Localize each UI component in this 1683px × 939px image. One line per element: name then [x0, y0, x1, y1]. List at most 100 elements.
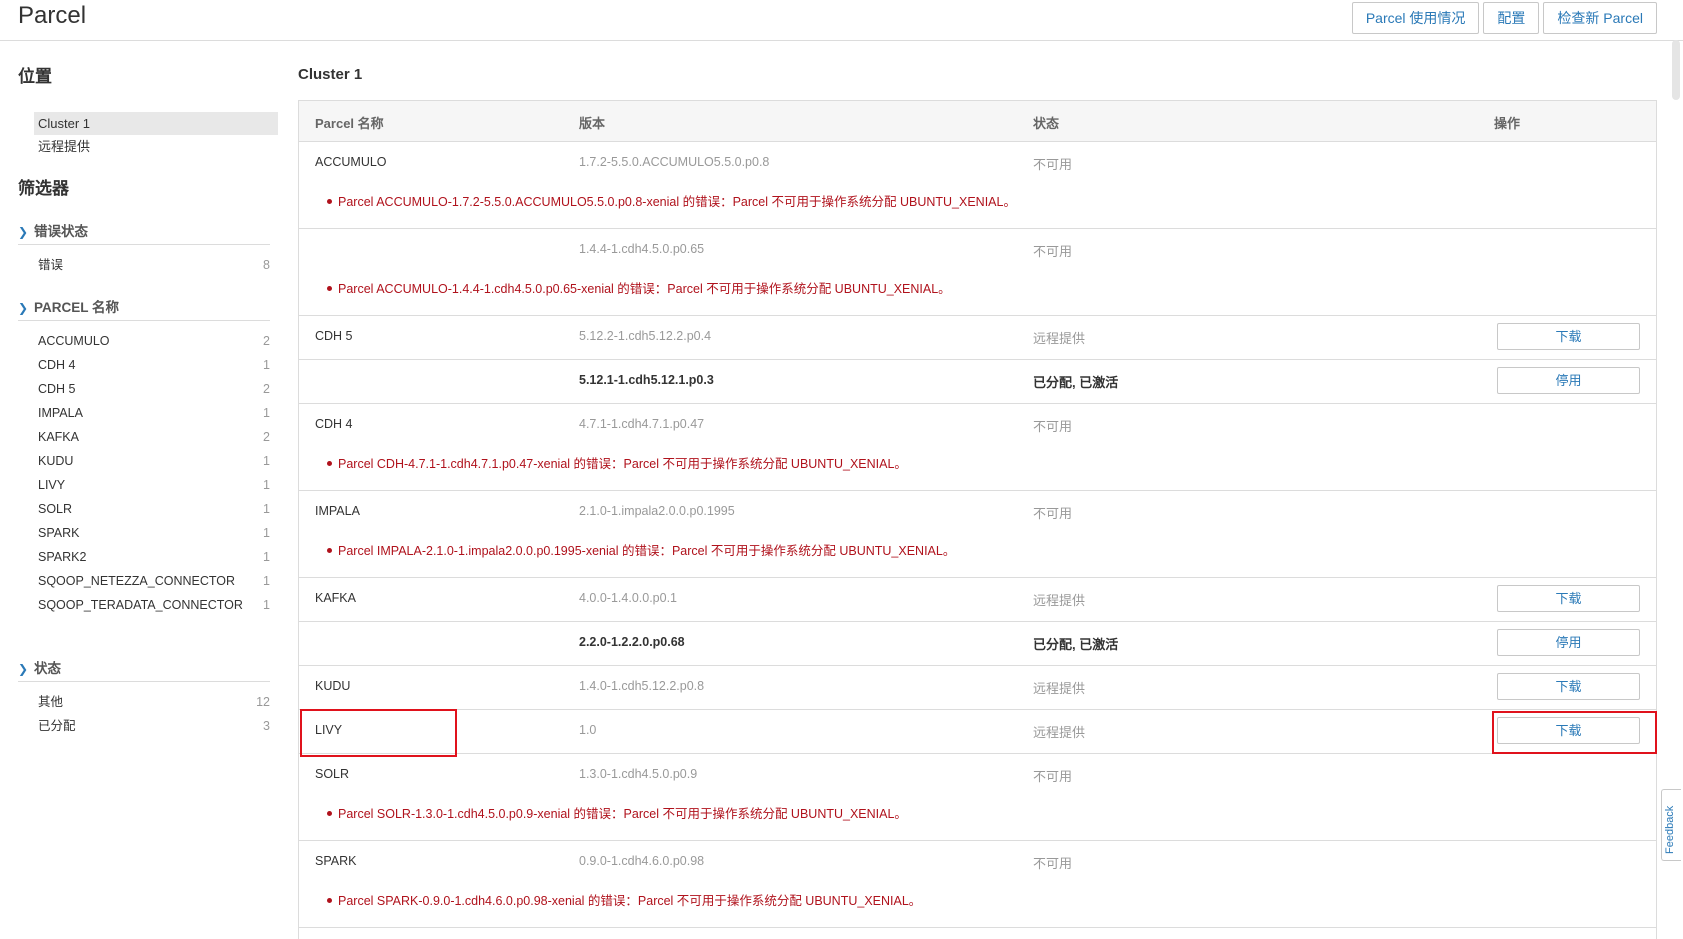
check-new-parcels-button[interactable]: 检查新 Parcel	[1543, 2, 1657, 34]
parcel-status: 已分配, 已激活	[1033, 375, 1119, 390]
parcel-name: LIVY	[315, 723, 343, 737]
feedback-tab[interactable]: Feedback	[1661, 789, 1681, 861]
filter-item-count: 3	[263, 719, 270, 733]
error-message: Parcel ACCUMULO-1.7.2-5.5.0.ACCUMULO5.5.…	[327, 191, 1016, 210]
filter-item-label: CDH 5	[38, 382, 76, 396]
configuration-button[interactable]: 配置	[1483, 2, 1540, 34]
location-item-cluster-1[interactable]: Cluster 1	[34, 112, 278, 135]
filter-item-label: LIVY	[38, 478, 66, 492]
download-button[interactable]: 下载	[1497, 585, 1640, 612]
parcel-status: 远程提供	[1033, 331, 1086, 346]
download-button[interactable]: 下载	[1497, 323, 1640, 350]
parcel-version: 1.4.0-1.cdh5.12.2.p0.8	[579, 679, 705, 693]
error-message: Parcel IMPALA-2.1.0-1.impala2.0.0.p0.199…	[327, 540, 955, 559]
filter-item[interactable]: CDH 4 1	[18, 353, 270, 377]
bullet-icon	[327, 811, 332, 817]
parcel-name: ACCUMULO	[315, 155, 387, 169]
parcel-version: 1.7.2-5.5.0.ACCUMULO5.5.0.p0.8	[579, 155, 770, 169]
filter-item-label: IMPALA	[38, 406, 83, 420]
table-header: Parcel 名称 版本 状态 操作	[299, 101, 1656, 142]
deactivate-button[interactable]: 停用	[1497, 629, 1640, 656]
location-item-remote[interactable]: 远程提供	[34, 135, 278, 158]
table-row: CDH 4 4.7.1-1.cdh4.7.1.p0.47 不可用 Parcel CDH…	[299, 404, 1656, 491]
filter-item-label: SQOOP_NETEZZA_CONNECTOR	[38, 574, 236, 588]
deactivate-button[interactable]: 停用	[1497, 367, 1640, 394]
table-row: CDH 5 5.12.2-1.cdh5.12.2.p0.4 远程提供 下载	[299, 316, 1656, 360]
filter-item-list: ACCUMULO 2 CDH 4 1 CDH 5 2 IMPALA 1 KAFKA 2 KUDU 1 L…	[18, 329, 270, 617]
parcel-status: 不可用	[1033, 506, 1073, 521]
filter-item-count: 1	[263, 454, 270, 468]
error-text: Parcel CDH-4.7.1-1.cdh4.7.1.p0.47-xenial…	[338, 457, 907, 471]
filter-item-count: 2	[263, 334, 270, 348]
parcel-version: 5.12.1-1.cdh5.12.1.p0.3	[579, 373, 714, 387]
download-button[interactable]: 下载	[1497, 717, 1640, 744]
table-row: 5.12.1-1.cdh5.12.1.p0.3 已分配, 已激活 停用	[299, 360, 1656, 404]
error-text: Parcel ACCUMULO-1.4.4-1.cdh4.5.0.p0.65-x…	[338, 282, 951, 296]
filter-group-header[interactable]: ❯ PARCEL 名称	[18, 296, 270, 321]
parcel-name: KAFKA	[315, 591, 356, 605]
error-text: Parcel IMPALA-2.1.0-1.impala2.0.0.p0.199…	[338, 544, 956, 558]
parcel-name: SOLR	[315, 767, 350, 781]
filter-item[interactable]: KUDU 1	[18, 449, 270, 473]
parcel-name: KUDU	[315, 679, 351, 693]
filter-item-label: KAFKA	[38, 430, 79, 444]
filter-item-list: 其他 12 已分配 3	[18, 690, 270, 738]
filter-item-count: 1	[263, 358, 270, 372]
parcel-version: 4.0.0-1.4.0.0.p0.1	[579, 591, 677, 605]
filter-item[interactable]: KAFKA 2	[18, 425, 270, 449]
filter-item-count: 1	[263, 598, 270, 612]
filter-group-parcel-name: ❯ PARCEL 名称 ACCUMULO 2 CDH 4 1 CDH 5 2 IMPALA 1 K…	[18, 296, 270, 617]
parcel-status: 不可用	[1033, 244, 1073, 259]
download-button[interactable]: 下载	[1497, 673, 1640, 700]
table-row: LIVY 1.0 远程提供 下载	[299, 710, 1656, 754]
filter-item-label: SQOOP_TERADATA_CONNECTOR	[38, 598, 243, 612]
filter-group-title: 错误状态	[34, 224, 88, 239]
filter-group-title: 状态	[34, 661, 61, 676]
filter-item[interactable]: SQOOP_TERADATA_CONNECTOR 1	[18, 593, 270, 617]
bullet-icon	[327, 199, 332, 205]
filter-item[interactable]: SOLR 1	[18, 497, 270, 521]
filter-item[interactable]: ACCUMULO 2	[18, 329, 270, 353]
filter-item[interactable]: 其他 12	[18, 690, 270, 714]
filter-item-error[interactable]: 错误 8	[18, 253, 270, 277]
table-row: SOLR 1.3.0-1.cdh4.5.0.p0.9 不可用 Parcel SOLR-…	[299, 754, 1656, 841]
filter-item[interactable]: CDH 5 2	[18, 377, 270, 401]
filter-item[interactable]: LIVY 1	[18, 473, 270, 497]
chevron-down-icon: ❯	[18, 301, 29, 315]
parcel-version: 2.1.0-1.impala2.0.0.p0.1995	[579, 504, 735, 518]
filter-item-label: SOLR	[38, 502, 73, 516]
error-message: Parcel CDH-4.7.1-1.cdh4.7.1.p0.47-xenial…	[327, 453, 907, 472]
table-row: IMPALA 2.1.0-1.impala2.0.0.p0.1995 不可用 Parc…	[299, 491, 1656, 578]
filter-item-count: 1	[263, 574, 270, 588]
error-message: Parcel SOLR-1.3.0-1.cdh4.5.0.p0.9-xenial…	[327, 803, 907, 822]
filter-item[interactable]: IMPALA 1	[18, 401, 270, 425]
cluster-title: Cluster 1	[298, 66, 363, 83]
bullet-icon	[327, 898, 332, 904]
parcel-version: 1.4.4-1.cdh4.5.0.p0.65	[579, 242, 705, 256]
parcel-usage-button[interactable]: Parcel 使用情况	[1351, 2, 1480, 34]
error-message: Parcel ACCUMULO-1.4.4-1.cdh4.5.0.p0.65-x…	[327, 278, 951, 297]
filter-item-count: 1	[263, 526, 270, 540]
bullet-icon	[327, 548, 332, 554]
filter-item[interactable]: SQOOP_NETEZZA_CONNECTOR 1	[18, 569, 270, 593]
parcel-status: 不可用	[1033, 157, 1073, 172]
error-text: Parcel ACCUMULO-1.7.2-5.5.0.ACCUMULO5.5.…	[338, 195, 1016, 209]
filter-group-header[interactable]: ❯ 状态	[18, 657, 270, 682]
filter-item-label: CDH 4	[38, 358, 76, 372]
parcel-version: 0.9.0-1.cdh4.6.0.p0.98	[579, 854, 705, 868]
page-scrollbar[interactable]	[1672, 40, 1680, 100]
filter-group-header[interactable]: ❯ 错误状态	[18, 220, 270, 245]
parcel-status: 远程提供	[1033, 681, 1086, 696]
filter-item-count: 1	[263, 406, 270, 420]
filter-group-status: ❯ 状态 其他 12 已分配 3	[18, 657, 270, 738]
filter-item-label: 已分配	[38, 719, 76, 733]
filter-item[interactable]: 已分配 3	[18, 714, 270, 738]
filter-item[interactable]: SPARK 1	[18, 521, 270, 545]
filters-heading: 筛选器	[18, 179, 69, 198]
sidebar: 位置 Cluster 1 远程提供 筛选器 ❯ 错误状态 错误 8 ❯ PARCEL…	[0, 40, 290, 939]
parcel-status: 已分配, 已激活	[1033, 637, 1119, 652]
filter-item-label: KUDU	[38, 454, 74, 468]
filter-item[interactable]: SPARK2 1	[18, 545, 270, 569]
parcel-status: 不可用	[1033, 856, 1073, 871]
filter-item-count: 1	[263, 502, 270, 516]
